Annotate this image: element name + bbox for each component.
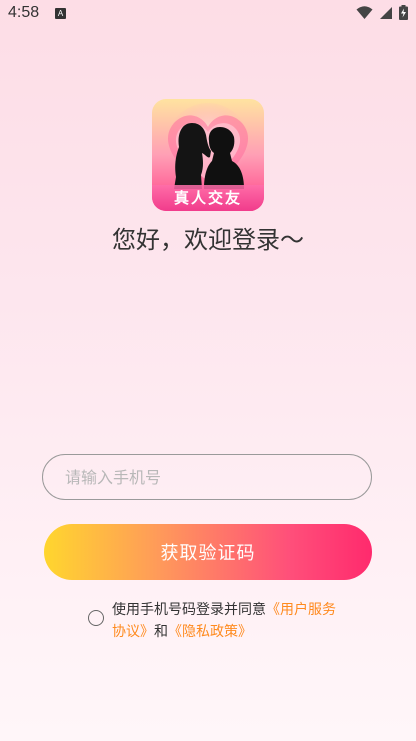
- system-icons: [356, 5, 408, 20]
- wifi-icon: [356, 5, 373, 19]
- status-time: 4:58: [8, 4, 40, 21]
- agreement-text: 使用手机号码登录并同意《用户服务协议》和《隐私政策》: [112, 599, 342, 643]
- agreement-checkbox[interactable]: [88, 610, 104, 626]
- get-code-button[interactable]: 获取验证码: [44, 524, 372, 580]
- signal-icon: [380, 6, 392, 19]
- status-bar: 4:58 A: [0, 0, 416, 28]
- phone-input[interactable]: [42, 454, 372, 500]
- battery-icon: [399, 5, 408, 20]
- agreement-prefix: 使用手机号码登录并同意: [112, 602, 266, 618]
- welcome-title: 您好，欢迎登录～: [112, 226, 304, 254]
- notification-a-icon: A: [55, 8, 66, 19]
- logo-label: 真人交友: [152, 185, 264, 211]
- privacy-policy-link[interactable]: 《隐私政策》: [168, 624, 252, 640]
- agreement-and: 和: [154, 624, 168, 640]
- app-logo: 真人交友: [152, 99, 264, 211]
